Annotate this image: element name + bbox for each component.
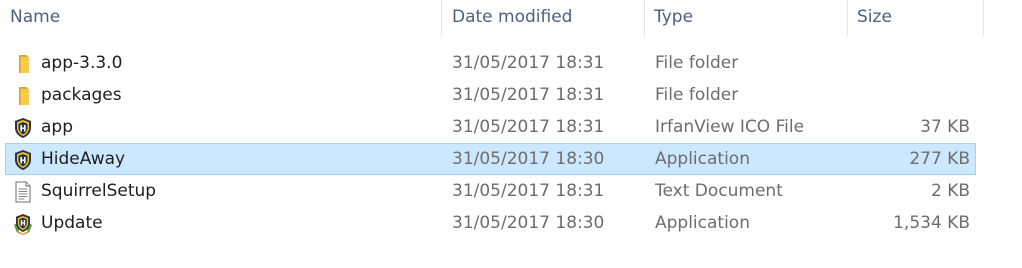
file-type: Application [655,149,750,169]
hideaway-shield-icon [12,149,34,171]
text-document-icon [12,181,34,203]
file-date-modified: 31/05/2017 18:31 [452,53,605,73]
file-row[interactable]: SquirrelSetup 31/05/2017 18:31 Text Docu… [5,175,976,207]
column-header-size[interactable]: Size [847,0,984,36]
file-name: packages [41,85,122,105]
file-type: Text Document [655,181,783,201]
hideaway-shield-icon [12,117,34,139]
file-row[interactable]: app-3.3.0 31/05/2017 18:31 File folder [5,47,976,79]
file-name: HideAway [41,149,126,169]
column-header-bar: ^ Name Date modified Type Size [0,0,984,36]
update-installer-icon [12,213,34,235]
file-row[interactable]: Update 31/05/2017 18:30 Application 1,53… [5,207,976,239]
file-row[interactable]: app 31/05/2017 18:31 IrfanView ICO File … [5,111,976,143]
file-name: app-3.3.0 [41,53,123,73]
file-name: app [41,117,73,137]
file-date-modified: 31/05/2017 18:31 [452,181,605,201]
file-type: File folder [655,85,739,105]
file-name: SquirrelSetup [41,181,157,201]
column-divider[interactable] [983,0,984,36]
column-header-date-modified[interactable]: Date modified [441,0,644,36]
file-date-modified: 31/05/2017 18:30 [452,213,605,233]
file-size: 277 KB [909,149,970,169]
file-name: Update [41,213,103,233]
file-row-selected[interactable]: HideAway 31/05/2017 18:30 Application 27… [5,143,976,175]
folder-icon [12,53,34,75]
file-type: Application [655,213,750,233]
file-type: File folder [655,53,739,73]
file-size: 2 KB [930,181,970,201]
file-size: 37 KB [920,117,970,137]
file-date-modified: 31/05/2017 18:31 [452,117,605,137]
file-date-modified: 31/05/2017 18:30 [452,149,605,169]
file-row[interactable]: packages 31/05/2017 18:31 File folder [5,79,976,111]
file-size: 1,534 KB [893,213,970,233]
column-header-name[interactable]: Name [0,0,441,36]
column-header-type[interactable]: Type [644,0,847,36]
file-date-modified: 31/05/2017 18:31 [452,85,605,105]
file-type: IrfanView ICO File [655,117,805,137]
folder-icon [12,85,34,107]
